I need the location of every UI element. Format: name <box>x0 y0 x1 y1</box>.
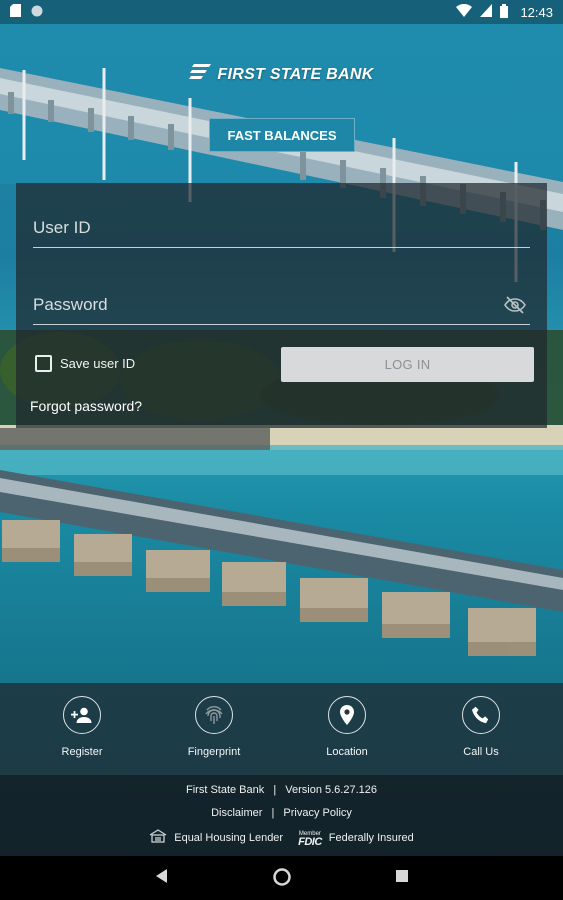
password-field-wrapper <box>33 285 530 325</box>
password-visibility-toggle-icon[interactable] <box>504 295 526 315</box>
user-id-input[interactable] <box>33 217 530 238</box>
phone-icon[interactable] <box>462 696 500 734</box>
footer: First State Bank | Version 5.6.27.126 Di… <box>0 775 563 856</box>
bank-logo-mark-icon <box>189 64 212 85</box>
footer-bank-name: First State Bank <box>186 784 265 796</box>
password-input[interactable] <box>33 294 530 315</box>
recents-icon[interactable] <box>396 869 408 887</box>
location-action[interactable]: Location <box>297 696 397 758</box>
save-user-id-row[interactable]: Save user ID <box>35 355 135 372</box>
quick-actions-bar: Register Fingerprint Location Call Us <box>0 683 563 775</box>
footer-version-line: First State Bank | Version 5.6.27.126 <box>0 784 563 796</box>
forgot-password-link[interactable]: Forgot password? <box>30 398 142 414</box>
fdic-logo: Member FDIC <box>298 830 322 848</box>
register-label: Register <box>61 746 103 758</box>
footer-version: Version 5.6.27.126 <box>285 784 377 796</box>
login-button[interactable]: LOG IN <box>281 347 534 382</box>
user-id-field-wrapper <box>33 208 530 248</box>
call-us-label: Call Us <box>463 746 499 758</box>
add-user-icon[interactable] <box>63 696 101 734</box>
fingerprint-label: Fingerprint <box>187 746 241 758</box>
login-panel: Save user ID LOG IN Forgot password? <box>16 183 547 428</box>
fast-balances-button[interactable]: FAST BALANCES <box>209 118 355 152</box>
equal-housing-label: Equal Housing Lender <box>174 831 284 844</box>
wifi-icon <box>456 3 473 20</box>
status-time: 12:43 <box>520 4 553 20</box>
disclaimer-link[interactable]: Disclaimer <box>211 807 262 819</box>
signal-icon <box>480 4 493 20</box>
call-us-action[interactable]: Call Us <box>431 696 531 758</box>
battery-icon <box>500 3 509 21</box>
save-user-id-label: Save user ID <box>60 356 136 371</box>
bank-logo: FIRST STATE BANK <box>0 64 563 85</box>
back-icon[interactable] <box>156 869 168 888</box>
sd-card-icon <box>10 4 21 20</box>
footer-compliance-line: Equal Housing Lender Member FDIC Federal… <box>0 829 563 848</box>
status-bar: 12:43 <box>0 0 563 24</box>
fingerprint-action[interactable]: Fingerprint <box>164 696 264 758</box>
fdic-logo-text: FDIC <box>298 835 322 848</box>
privacy-policy-link[interactable]: Privacy Policy <box>283 807 351 819</box>
federally-insured-label: Federally Insured <box>328 831 414 844</box>
system-navigation-bar <box>0 856 563 900</box>
footer-separator: | <box>273 784 277 796</box>
footer-links-line: Disclaimer | Privacy Policy <box>0 807 563 819</box>
save-user-id-checkbox[interactable] <box>35 355 52 372</box>
fingerprint-icon[interactable] <box>195 696 233 734</box>
register-action[interactable]: Register <box>32 696 132 758</box>
circle-notification-icon <box>31 5 43 20</box>
equal-housing-icon <box>149 829 167 846</box>
location-pin-icon[interactable] <box>328 696 366 734</box>
location-label: Location <box>326 746 368 758</box>
home-icon[interactable] <box>273 868 291 891</box>
bank-logo-text: FIRST STATE BANK <box>217 65 374 83</box>
footer-separator: | <box>271 807 275 819</box>
